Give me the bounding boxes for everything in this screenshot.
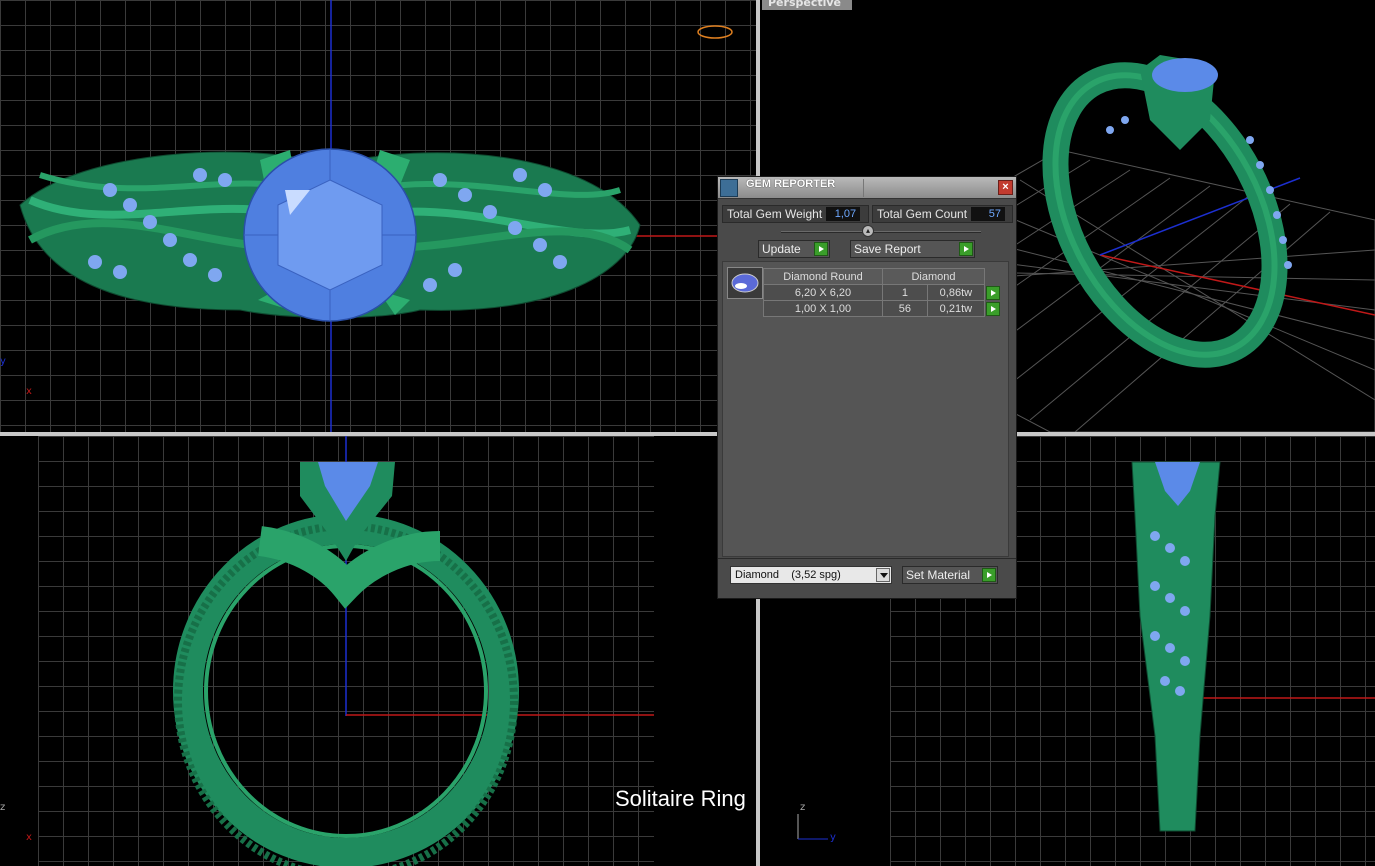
update-button-label: Update: [762, 242, 801, 256]
axis-label-z: z: [800, 802, 806, 813]
play-arrow-icon: [814, 242, 828, 256]
total-gem-count-label: Total Gem Count: [877, 207, 968, 221]
dialog-title: GEM REPORTER: [746, 178, 836, 190]
table-header: Diamond: [882, 268, 985, 285]
gem-weight-cell: 0,21tw: [926, 300, 986, 317]
viewport-separator-horizontal[interactable]: [0, 432, 1375, 436]
table-header-row: Diamond Round Diamond: [763, 268, 1002, 285]
top-view-model: [19, 0, 756, 432]
perspective-label[interactable]: Perspective: [762, 0, 852, 10]
axis-label-y: y: [830, 832, 836, 843]
divider: [781, 231, 981, 233]
divider: [863, 179, 864, 197]
set-material-button[interactable]: Set Material: [902, 566, 998, 584]
total-gem-weight: Total Gem Weight 1,07: [722, 205, 869, 223]
total-gem-weight-value: 1,07: [826, 207, 861, 221]
total-gem-count-value: 57: [971, 207, 1006, 221]
play-arrow-icon: [959, 242, 973, 256]
update-button[interactable]: Update: [758, 240, 830, 258]
material-select-value: Diamond (3,52 spg): [735, 569, 841, 581]
table-row[interactable]: 6,20 X 6,20 1 0,86tw: [763, 284, 1002, 301]
total-gem-count: Total Gem Count 57: [872, 205, 1013, 223]
axis-label-z: z: [0, 802, 6, 813]
gem-count-cell: 56: [882, 300, 928, 317]
material-select[interactable]: Diamond (3,52 spg): [730, 566, 892, 584]
collapse-handle-icon[interactable]: ▴: [862, 225, 874, 237]
table-header: Diamond Round: [763, 268, 883, 285]
caption: Solitaire Ring: [615, 786, 746, 811]
save-report-button-label: Save Report: [854, 242, 921, 256]
gem-weight-cell: 0,86tw: [926, 284, 986, 301]
gem-reporter-icon: [720, 179, 738, 197]
save-report-button[interactable]: Save Report: [850, 240, 975, 258]
gem-count-cell: 1: [882, 284, 928, 301]
axis-label-y: y: [0, 356, 6, 367]
gem-size-cell: 1,00 X 1,00: [763, 300, 883, 317]
play-arrow-icon[interactable]: [986, 285, 1000, 300]
gem-reporter-dialog: GEM REPORTER × Total Gem Weight 1,07 Tot…: [717, 176, 1017, 599]
play-arrow-icon[interactable]: [986, 301, 1000, 316]
gem-table: Diamond Round Diamond 6,20 X 6,20 1 0,86…: [763, 268, 1002, 317]
dialog-titlebar[interactable]: GEM REPORTER ×: [718, 177, 1016, 199]
gem-thumbnail-icon[interactable]: [727, 267, 763, 299]
chevron-down-icon[interactable]: [876, 568, 890, 582]
close-icon[interactable]: ×: [998, 180, 1013, 195]
axis-label-x: x: [26, 386, 32, 397]
axis-label-x: x: [26, 832, 32, 843]
gem-size-cell: 6,20 X 6,20: [763, 284, 883, 301]
table-row[interactable]: 1,00 X 1,00 56 0,21tw: [763, 300, 1002, 317]
viewport-top[interactable]: x y: [0, 0, 756, 432]
divider: [718, 558, 1016, 559]
total-gem-weight-label: Total Gem Weight: [727, 207, 823, 221]
play-arrow-icon: [982, 568, 996, 582]
set-material-button-label: Set Material: [906, 568, 971, 582]
